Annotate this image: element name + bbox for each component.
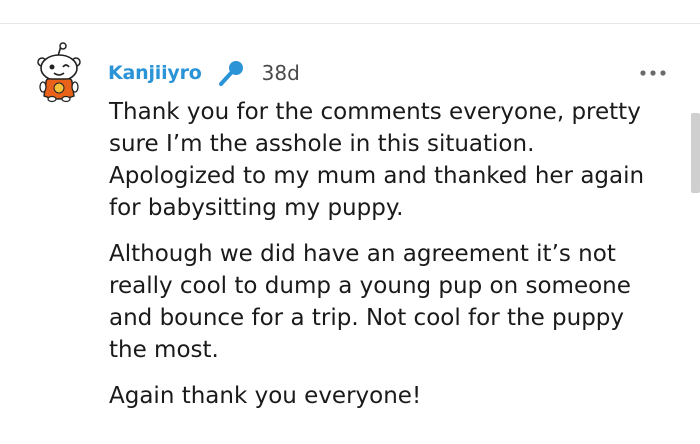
comment-paragraph: Although we did have an agreement it’s n… xyxy=(109,241,631,363)
scrollbar-thumb[interactable] xyxy=(691,113,700,193)
comment-paragraph: Again thank you everyone! xyxy=(109,383,422,409)
comment-body: Thank you for the comments everyone, pre… xyxy=(109,96,679,426)
top-divider xyxy=(0,23,700,24)
comment-paragraph: Thank you for the comments everyone, pre… xyxy=(109,99,645,221)
more-options-button[interactable] xyxy=(636,63,670,83)
comment-author-username[interactable]: Kanjiiyro xyxy=(108,62,202,84)
comment-header: Kanjiiyro 38d xyxy=(108,56,300,90)
user-avatar[interactable] xyxy=(34,42,84,104)
scrollbar[interactable] xyxy=(688,0,700,444)
comment-timestamp: 38d xyxy=(261,61,300,85)
microphone-icon xyxy=(216,58,246,88)
more-options-icon xyxy=(640,70,666,76)
snoo-avatar-icon xyxy=(37,42,81,103)
